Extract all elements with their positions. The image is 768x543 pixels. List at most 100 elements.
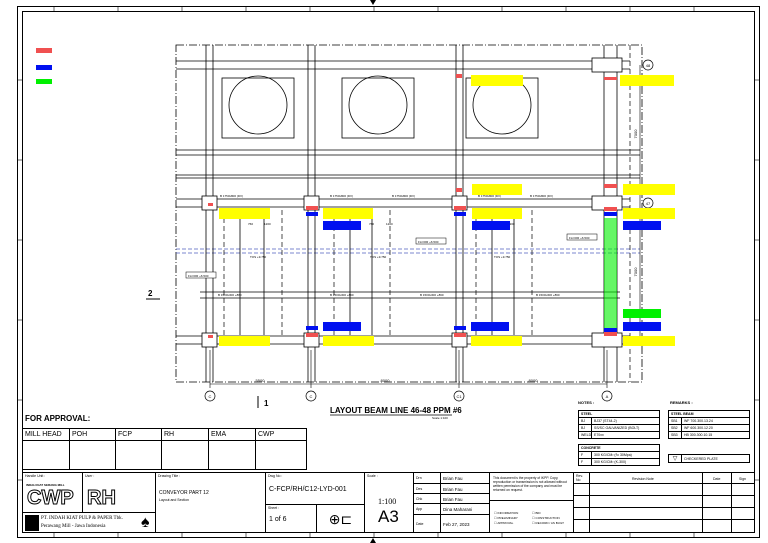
spade-logo-icon: ♠	[141, 514, 150, 531]
drawing-title: LAYOUT BEAM LINE 46-48 PPM #6	[330, 406, 462, 415]
grid-row-label: 47	[646, 201, 651, 206]
side-dimension-text: 7000	[633, 267, 638, 277]
status-option[interactable]: ☐ INFORMATION	[494, 511, 518, 515]
drawing-subtitle: Layout and Section	[159, 498, 189, 502]
status-checkboxes: ☐ INFORMATION ☐ PRELIMINARY ☐ APPROVAL ☐…	[489, 500, 574, 533]
company-logo	[25, 515, 39, 531]
symbol-legend: ▽ CHECKERED PLATE	[668, 454, 750, 463]
role: Date	[416, 522, 424, 526]
grid-col-label: C	[310, 394, 313, 399]
person-name: Brian Fau	[443, 497, 463, 502]
user-label: User :	[85, 474, 95, 478]
table-title: STEEL BEAM	[671, 412, 694, 416]
beam-label: B 1750x800 (DV)	[530, 194, 553, 198]
beam-label: B 1500x300 +860	[330, 293, 354, 297]
grid-bubbles	[204, 59, 654, 402]
person-name: Brian Fau	[443, 487, 463, 492]
main-beams	[176, 60, 640, 345]
small-dim: 1200	[386, 222, 393, 226]
person-name: Dina Maharani	[443, 507, 473, 512]
pipe-rack-line	[176, 248, 640, 254]
grid-col-label: A	[606, 394, 609, 399]
approval-col: RH	[164, 431, 175, 438]
role: App	[416, 507, 423, 511]
highlight-marks	[208, 74, 675, 346]
drawing-scale-note: Scale 1:100	[432, 416, 448, 420]
user-value: RH	[87, 487, 117, 510]
company-name: PT. INDAH KIAT PULP & PAPER Tbk.	[41, 516, 123, 521]
scale-label: Scale :	[367, 474, 378, 478]
grid-col-label: C	[209, 394, 212, 399]
company-location: Perawang Mill - Jawa Indonesia	[41, 524, 106, 529]
disclaimer: This document is the property of IKPP. C…	[493, 476, 567, 492]
cell: SB1	[671, 419, 678, 423]
cell: F	[581, 453, 584, 457]
drawing-title-value: CONVEYOR PART 12	[159, 490, 209, 496]
role: Des	[416, 487, 423, 491]
approval-col: FCP	[118, 431, 132, 438]
status-option[interactable]: ☐ APPROVAL	[494, 521, 513, 525]
beam-label: B 1750x800 (DV)	[220, 194, 243, 198]
status-option[interactable]: ☐ RECORD / AS BUILT	[532, 521, 564, 525]
tos-label: TOS +9.750	[370, 255, 387, 259]
revision-row	[573, 519, 755, 533]
beam-label: B 1750x800 (DV)	[392, 194, 415, 198]
section-marks: 2 1	[146, 289, 269, 408]
secondary-dashed	[223, 45, 631, 382]
paper-size: A3	[378, 507, 399, 526]
cell: SS/SC GALVANIZED (BOLT)	[594, 426, 640, 430]
sheet-label: Sheet :	[268, 506, 280, 510]
table-title: STEEL	[581, 412, 593, 416]
tos-label: TOS +9.750	[494, 255, 511, 259]
north-arrow-bottom	[370, 538, 376, 543]
beam-label: B 1500x300 +860	[218, 293, 242, 297]
north-arrow-top	[370, 0, 376, 5]
sheet-value: 1 of 6	[269, 516, 287, 523]
small-dim: 760	[369, 222, 374, 226]
floor-label: FLOOR +6.500	[569, 236, 590, 240]
dimension-text: 5500	[256, 378, 266, 383]
small-dim: 760	[248, 222, 253, 226]
drawing-title-label: Drawing Title :	[158, 474, 181, 478]
title-block: Handle Unit : INDAH KIAT SERANG MILL CWP…	[22, 472, 755, 533]
grid-col-label: C1	[456, 394, 462, 399]
symbol-label: CHECKERED PLATE	[684, 457, 718, 461]
floor-tags	[185, 233, 598, 279]
cell: WF 700.300.13.24	[684, 419, 713, 423]
table-title: CONCRETE	[581, 446, 601, 450]
dimension-text: 8000	[381, 378, 391, 383]
approval-col: MILL HEAD	[25, 431, 62, 438]
column-boxes	[201, 57, 623, 348]
date-value: Feb 27, 2023	[443, 522, 470, 527]
status-option[interactable]: ☐ CONSTRUCTION	[532, 516, 560, 520]
green-column-highlight	[604, 218, 617, 330]
approval-col: POH	[72, 431, 88, 438]
status-option[interactable]: ☐ BID	[532, 511, 541, 515]
remarks-heading: REMARKS :	[670, 400, 693, 405]
rev-header: Sign	[739, 477, 747, 481]
section-mark-2: 2	[148, 289, 153, 298]
checkered-plate-icon: ▽	[668, 454, 682, 463]
projection-symbol-icon: ⊕⊏	[316, 504, 365, 533]
cell: F	[581, 460, 584, 464]
role: Drn	[416, 476, 422, 480]
concrete-notes-table: CONCRETE F 300 KG/CM² (f'c 30Mpa) F 300 …	[578, 444, 660, 466]
cell: WELD	[581, 433, 592, 437]
handle-unit: CWP	[27, 487, 75, 510]
cell: BJ	[581, 426, 586, 430]
approval-table: MILL HEAD POH FCP RH EMA CWP	[22, 428, 307, 470]
rev-header: Date	[713, 477, 721, 481]
handle-unit-label: Handle Unit :	[25, 474, 46, 478]
section-mark-1: 1	[264, 399, 269, 408]
cell: SB2	[671, 426, 678, 430]
beam-label: B 1500x300 +860	[420, 293, 444, 297]
rev-header: Revision Note	[632, 477, 654, 481]
cell: BJ37 (ST44-2)	[594, 419, 617, 423]
approval-heading: FOR APPROVAL:	[25, 414, 91, 423]
side-dimension-text: 7000	[633, 129, 638, 139]
floor-label: FLOOR +6.500	[188, 274, 209, 278]
notes-heading: NOTES :	[578, 400, 595, 405]
cell: BJ	[581, 419, 586, 423]
status-option[interactable]: ☐ PRELIMINARY	[494, 516, 518, 520]
steel-beam-table: STEEL BEAM SB1 WF 700.300.13.24 SB2 WF 6…	[668, 410, 750, 440]
